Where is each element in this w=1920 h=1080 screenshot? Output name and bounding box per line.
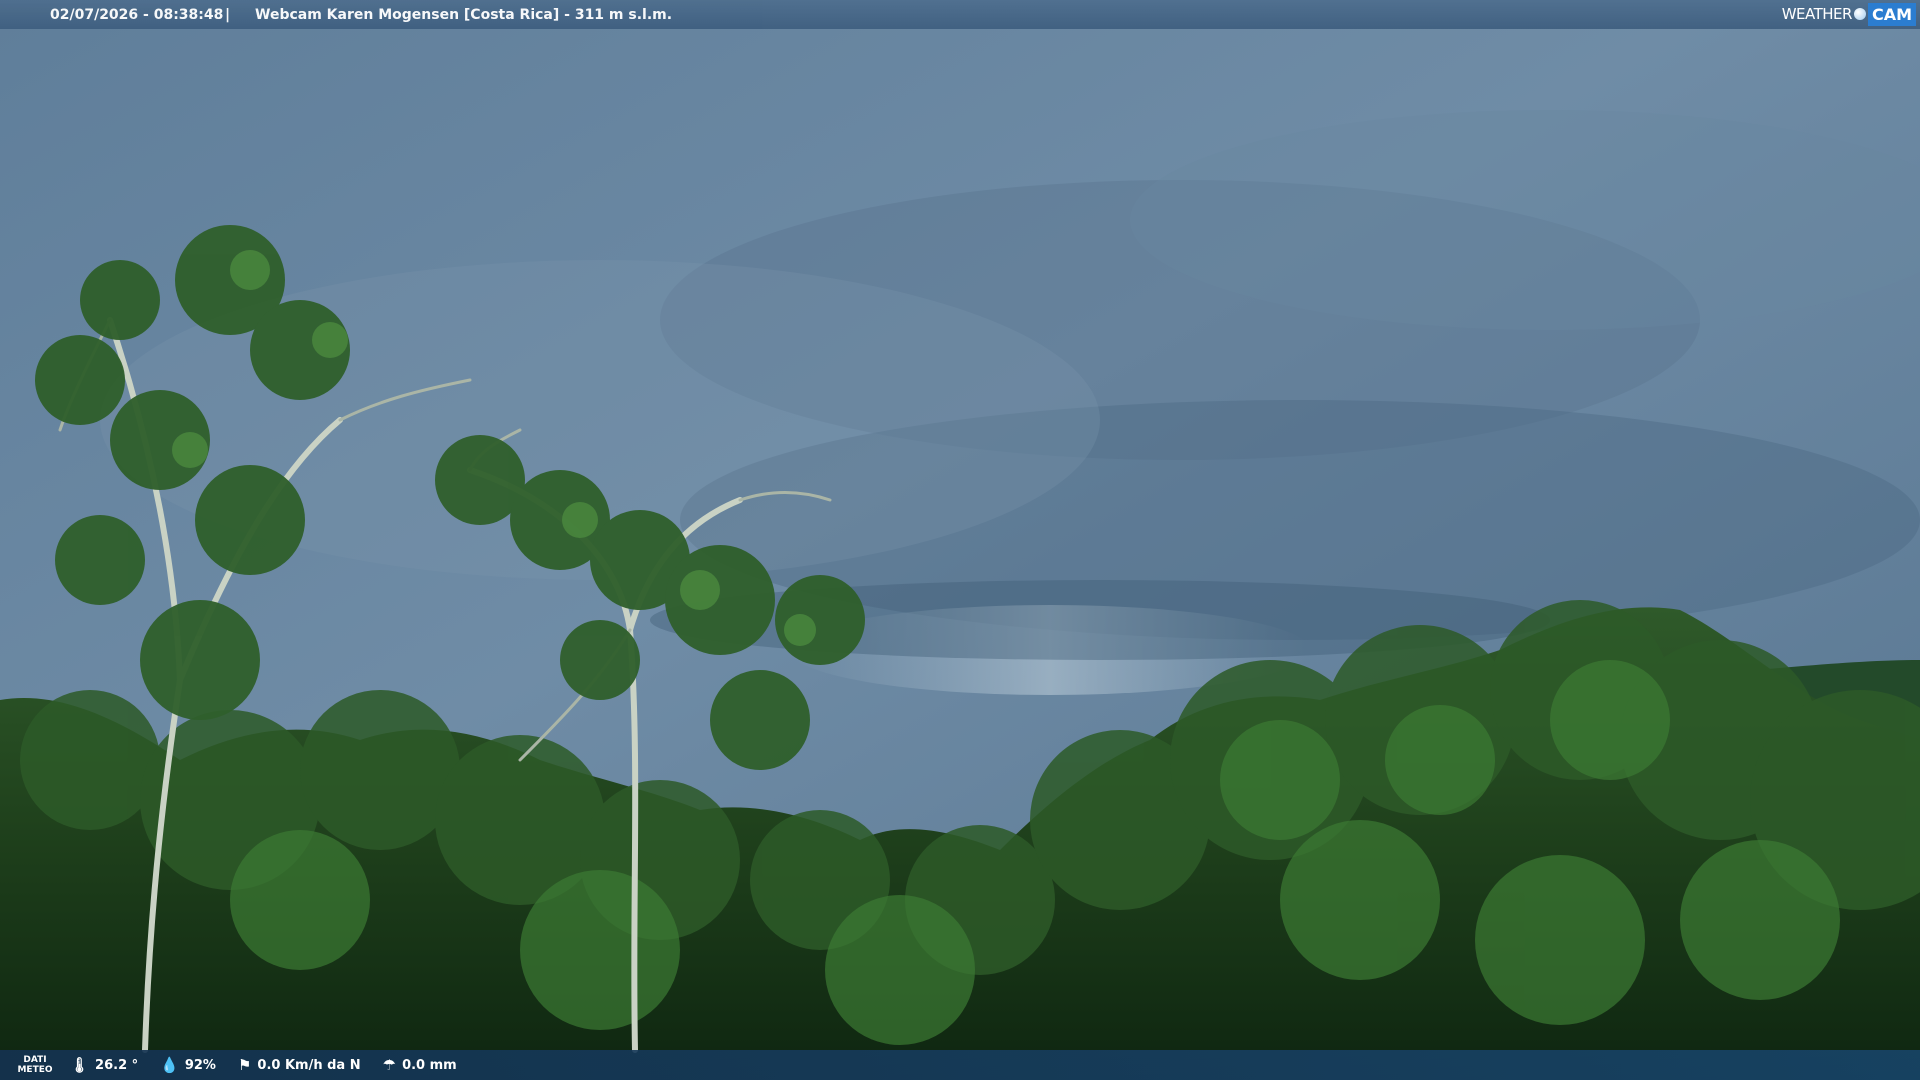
- thermometer-icon: 🌡: [70, 1055, 90, 1074]
- webcam-viewport: 02/07/2026 - 08:38:48 | Webcam Karen Mog…: [0, 0, 1920, 1080]
- header-bar: 02/07/2026 - 08:38:48 | Webcam Karen Mog…: [0, 0, 1920, 29]
- humidity-value: 92%: [184, 1057, 216, 1073]
- logo-cam-text: CAM: [1867, 2, 1916, 26]
- weathercam-logo[interactable]: WEATHER CAM: [1782, 0, 1920, 28]
- rain-icon: ☂: [382, 1055, 397, 1074]
- wind-readout: ⚑ 0.0 Km/h da N: [237, 1055, 361, 1074]
- weather-data-bar: DATI METEO 🌡 26.2 ° 💧 92% ⚑ 0.0 Km/h da …: [0, 1050, 1920, 1080]
- logo-globe-icon: [1853, 8, 1866, 20]
- logo-weather-text: WEATHER: [1781, 5, 1853, 23]
- label-line-2: METEO: [17, 1065, 53, 1075]
- humidity-icon: 💧: [160, 1055, 179, 1074]
- humidity-readout: 💧 92%: [160, 1055, 216, 1074]
- temperature-value: 26.2 °: [95, 1057, 139, 1073]
- rain-readout: ☂ 0.0 mm: [382, 1055, 457, 1074]
- capture-datetime: 02/07/2026 - 08:38:48: [50, 6, 224, 23]
- wind-value: 0.0 Km/h da N: [257, 1057, 361, 1073]
- rain-value: 0.0 mm: [402, 1057, 457, 1073]
- header-separator: |: [225, 6, 231, 23]
- webcam-image: [0, 0, 1920, 1080]
- weather-data-label: DATI METEO: [0, 1055, 70, 1075]
- label-line-1: DATI: [23, 1055, 47, 1065]
- webcam-title: Webcam Karen Mogensen [Costa Rica] - 311…: [255, 6, 673, 23]
- temperature-readout: 🌡 26.2 °: [70, 1055, 139, 1074]
- wind-icon: ⚑: [237, 1055, 252, 1074]
